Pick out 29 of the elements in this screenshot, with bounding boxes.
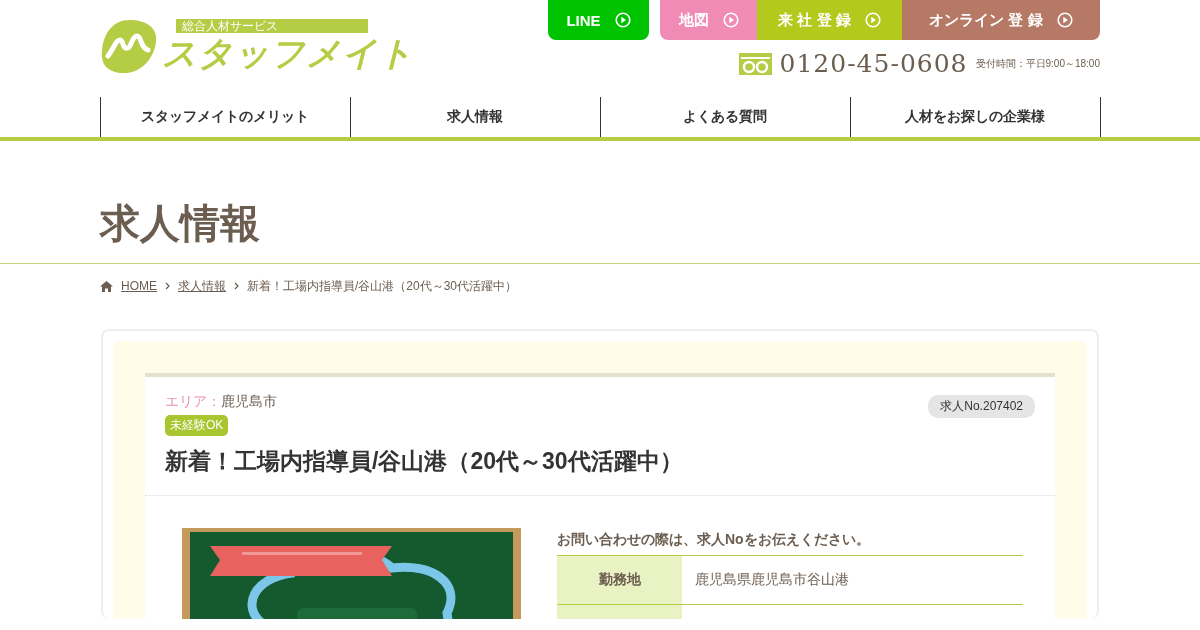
play-icon [1056,12,1073,28]
area-label: エリア： [165,393,221,411]
free-dial-icon [738,52,772,75]
page-title: 求人情報 [100,200,261,247]
chevron-icon [165,282,170,290]
detail-value: 鹿児島県鹿児島市谷山港 [694,570,849,589]
home-icon [100,280,113,292]
play-icon [722,12,739,28]
play-icon [864,12,881,28]
nav-item[interactable]: 求人情報 [349,97,600,137]
breadcrumb-current: 新着！工場内指導員/谷山港（20代～30代活躍中） [247,277,518,295]
job-title: 新着！工場内指導員/谷山港（20代～30代活躍中） [165,447,684,476]
play-icon [614,12,631,28]
logo-icon [100,18,158,74]
tag-badge: 未経験OK [165,415,229,436]
area-value: 鹿児島市 [221,393,277,411]
logo-tagline: 総合人材サービス [176,19,368,33]
chevron-icon [234,282,239,290]
header-button[interactable]: オンライン 登 録 [902,0,1100,40]
breadcrumb-link[interactable]: 求人情報 [178,277,226,295]
job-number-badge: 求人No.207402 [928,395,1035,418]
nav-item[interactable]: よくある質問 [599,97,850,137]
logo-text: スタッフメイト [162,33,414,73]
nav-item[interactable]: スタッフメイトのメリット [99,97,350,137]
nav-item[interactable]: 人材をお探しの企業様 [849,97,1100,137]
phone-number: 0120-45-0608 [779,49,968,78]
detail-label: 勤務地 [557,556,682,604]
business-hours: 受付時間：平日9:00～18:00 [975,56,1100,71]
breadcrumb-link[interactable]: HOME [121,279,157,293]
